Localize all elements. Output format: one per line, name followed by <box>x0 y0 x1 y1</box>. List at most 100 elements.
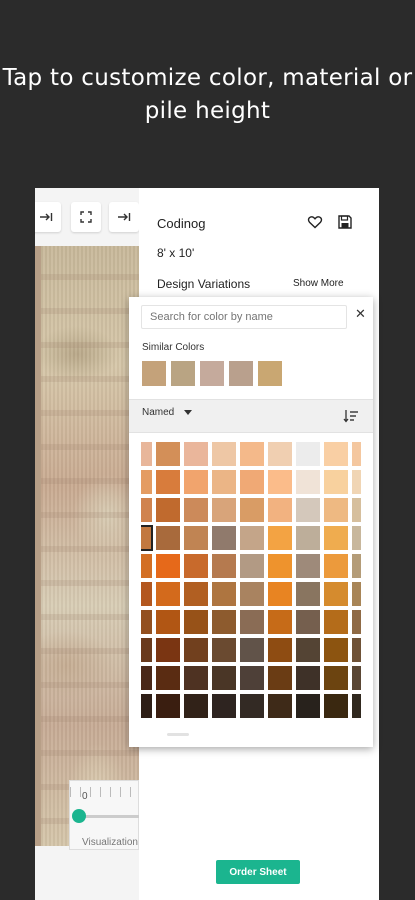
color-swatch[interactable] <box>240 498 264 522</box>
color-swatch[interactable] <box>141 554 152 578</box>
heart-icon[interactable] <box>307 214 323 230</box>
color-swatch[interactable] <box>212 470 236 494</box>
color-swatch[interactable] <box>156 442 180 466</box>
color-swatch[interactable] <box>141 694 152 718</box>
color-swatch[interactable] <box>240 638 264 662</box>
color-swatch[interactable] <box>352 526 361 550</box>
color-swatch[interactable] <box>141 666 152 690</box>
color-swatch[interactable] <box>212 582 236 606</box>
color-swatch[interactable] <box>296 442 320 466</box>
color-swatch[interactable] <box>184 610 208 634</box>
color-swatch[interactable] <box>240 470 264 494</box>
color-swatch[interactable] <box>268 666 292 690</box>
color-swatch[interactable] <box>296 582 320 606</box>
color-swatch[interactable] <box>324 638 348 662</box>
color-swatch[interactable] <box>240 694 264 718</box>
color-swatch[interactable] <box>352 638 361 662</box>
color-swatch[interactable] <box>268 610 292 634</box>
color-swatch[interactable] <box>324 582 348 606</box>
color-swatch[interactable] <box>240 610 264 634</box>
color-swatch[interactable] <box>156 666 180 690</box>
color-swatch[interactable] <box>324 498 348 522</box>
color-swatch[interactable] <box>184 694 208 718</box>
color-swatch[interactable] <box>184 554 208 578</box>
color-swatch[interactable] <box>156 610 180 634</box>
color-swatch[interactable] <box>352 498 361 522</box>
color-swatch[interactable] <box>141 442 152 466</box>
color-swatch[interactable] <box>141 470 152 494</box>
color-swatch[interactable] <box>324 526 348 550</box>
color-swatch[interactable] <box>184 638 208 662</box>
color-swatch[interactable] <box>156 694 180 718</box>
color-swatch[interactable] <box>296 526 320 550</box>
color-swatch[interactable] <box>352 666 361 690</box>
color-swatch[interactable] <box>324 694 348 718</box>
color-swatch[interactable] <box>268 638 292 662</box>
color-swatch[interactable] <box>156 554 180 578</box>
color-swatch[interactable] <box>268 442 292 466</box>
color-swatch[interactable] <box>240 442 264 466</box>
fullscreen-icon[interactable] <box>71 202 101 232</box>
move-right-icon[interactable] <box>109 202 139 232</box>
color-swatch[interactable] <box>156 638 180 662</box>
sort-icon[interactable] <box>343 409 359 423</box>
save-icon[interactable] <box>337 214 353 230</box>
color-swatch[interactable] <box>156 470 180 494</box>
color-swatch[interactable] <box>184 526 208 550</box>
color-swatch[interactable] <box>212 554 236 578</box>
color-swatch[interactable] <box>268 582 292 606</box>
color-swatch[interactable] <box>184 442 208 466</box>
color-swatch[interactable] <box>296 666 320 690</box>
color-swatch[interactable] <box>141 498 152 522</box>
color-swatch[interactable] <box>141 582 152 606</box>
color-swatch[interactable] <box>212 666 236 690</box>
color-swatch[interactable] <box>324 610 348 634</box>
color-swatch[interactable] <box>296 470 320 494</box>
color-swatch[interactable] <box>296 554 320 578</box>
color-swatch[interactable] <box>141 610 152 634</box>
color-swatch[interactable] <box>212 694 236 718</box>
selected-color-swatch[interactable] <box>141 525 153 551</box>
slider-track[interactable] <box>78 815 140 818</box>
color-swatch[interactable] <box>184 498 208 522</box>
color-swatch[interactable] <box>212 498 236 522</box>
color-swatch[interactable] <box>156 526 180 550</box>
move-right-icon[interactable] <box>35 202 61 232</box>
color-swatch[interactable] <box>240 666 264 690</box>
similar-color-swatch[interactable] <box>142 361 166 386</box>
color-swatch[interactable] <box>268 554 292 578</box>
color-search-input[interactable] <box>141 305 347 329</box>
color-swatch[interactable] <box>324 666 348 690</box>
color-swatch[interactable] <box>352 694 361 718</box>
similar-color-swatch[interactable] <box>200 361 224 386</box>
show-more-link[interactable]: Show More <box>293 278 344 289</box>
color-swatch[interactable] <box>212 610 236 634</box>
color-swatch[interactable] <box>352 554 361 578</box>
color-swatch[interactable] <box>324 470 348 494</box>
color-swatch[interactable] <box>352 470 361 494</box>
color-swatch[interactable] <box>296 610 320 634</box>
color-swatch[interactable] <box>212 638 236 662</box>
similar-color-swatch[interactable] <box>171 361 195 386</box>
similar-color-swatch[interactable] <box>229 361 253 386</box>
caret-down-icon[interactable] <box>184 410 192 416</box>
color-swatch[interactable] <box>324 554 348 578</box>
slider-thumb[interactable] <box>72 809 86 823</box>
color-swatch[interactable] <box>212 526 236 550</box>
color-swatch[interactable] <box>296 498 320 522</box>
color-swatch[interactable] <box>352 442 361 466</box>
color-swatch[interactable] <box>352 582 361 606</box>
color-swatch[interactable] <box>268 470 292 494</box>
close-icon[interactable]: ✕ <box>355 306 366 322</box>
color-swatch[interactable] <box>268 498 292 522</box>
color-swatch[interactable] <box>352 610 361 634</box>
color-swatch[interactable] <box>156 582 180 606</box>
color-swatch[interactable] <box>184 666 208 690</box>
color-swatch[interactable] <box>212 442 236 466</box>
order-sheet-button[interactable]: Order Sheet <box>216 860 300 884</box>
color-swatch[interactable] <box>324 442 348 466</box>
filter-dropdown[interactable]: Named <box>142 407 174 418</box>
color-swatch[interactable] <box>141 638 152 662</box>
color-swatch[interactable] <box>184 582 208 606</box>
color-swatch[interactable] <box>184 470 208 494</box>
